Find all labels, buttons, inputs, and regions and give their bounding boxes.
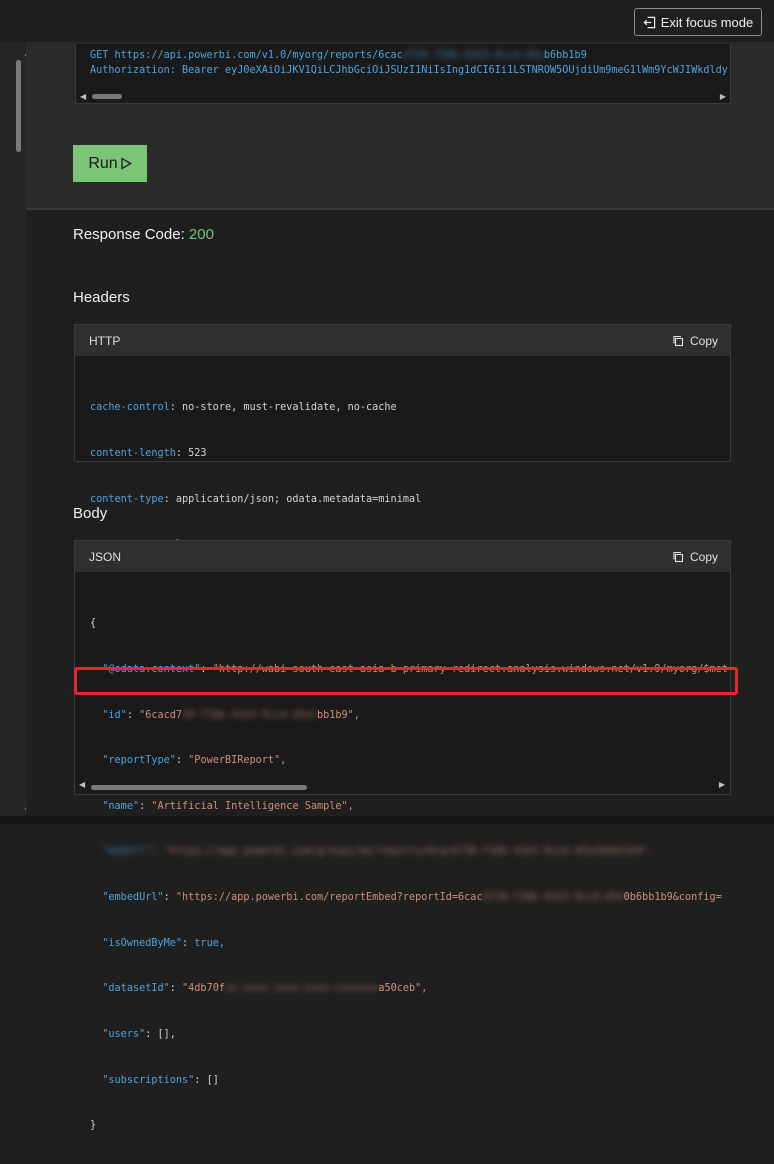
headers-panel: HTTP Copy cache-control: no-store, must-… bbox=[74, 324, 731, 596]
json-key: "users" bbox=[102, 1028, 146, 1040]
headers-panel-header: HTTP Copy bbox=[75, 325, 730, 356]
body-panel-label: JSON bbox=[89, 549, 122, 564]
json-value-redacted: 30-718b-41b3-9ccd-d5e2 bbox=[182, 709, 317, 721]
request-url-suffix: b6bb1b9 bbox=[543, 50, 587, 61]
json-line: "users": [], bbox=[102, 1028, 176, 1040]
header-key: content-length bbox=[90, 448, 176, 460]
bottom-bar bbox=[0, 816, 774, 824]
headers-title: Headers bbox=[73, 289, 130, 306]
json-key: "datasetId" bbox=[102, 983, 170, 995]
json-value: a50ceb", bbox=[378, 983, 428, 995]
header-value: no-store, must-revalidate, no-cache bbox=[182, 402, 397, 414]
authorization-line: Authorization: Bearer eyJ0eXAiOiJKV1QiLC… bbox=[90, 65, 728, 76]
body-copy-label: Copy bbox=[689, 549, 718, 564]
body-json-code: { "@odata.context": "http://wabi-south-e… bbox=[75, 572, 730, 1164]
json-line: "reportType": "PowerBIReport", bbox=[102, 755, 287, 767]
scroll-right-arrow-icon[interactable]: ▶ bbox=[719, 780, 725, 789]
header-value: 523 bbox=[188, 448, 207, 460]
json-key: "subscriptions" bbox=[102, 1074, 195, 1086]
request-url-prefix: GET https://api.powerbi.com/v1.0/myorg/r… bbox=[90, 50, 403, 61]
header-line: cache-control: no-store, must-revalidate… bbox=[90, 402, 397, 414]
json-key: "embedUrl" bbox=[102, 892, 164, 904]
headers-copy-label: Copy bbox=[689, 333, 718, 348]
header-value: application/json; odata.metadata=minimal bbox=[175, 493, 422, 505]
body-copy-button[interactable]: Copy bbox=[672, 550, 718, 564]
header-key: cache-control bbox=[90, 402, 170, 414]
run-label: Run bbox=[88, 154, 118, 172]
json-value: true, bbox=[194, 937, 225, 949]
json-close-brace: } bbox=[90, 1120, 97, 1132]
scroll-right-arrow-icon[interactable]: ▶ bbox=[720, 89, 726, 104]
json-key: "webUrl" bbox=[102, 846, 152, 858]
run-button[interactable]: Run bbox=[73, 145, 147, 182]
json-line: "id": "6cacd730-718b-41b3-9ccd-d5e2bb1b9… bbox=[102, 709, 360, 721]
json-line: "datasetId": "4db70fxx-xxxx-xxxx-xxxx-xx… bbox=[102, 983, 428, 995]
scroll-left-arrow-icon[interactable]: ◀ bbox=[79, 780, 85, 789]
json-key: "reportType" bbox=[102, 755, 176, 767]
header-line: content-length: 523 bbox=[90, 448, 207, 460]
top-bar: Exit focus mode bbox=[0, 0, 774, 42]
body-horizontal-scrollbar[interactable]: ◀ ▶ bbox=[77, 780, 727, 792]
request-line: GET https://api.powerbi.com/v1.0/myorg/r… bbox=[90, 48, 587, 63]
header-line: content-type: application/json; odata.me… bbox=[90, 493, 422, 505]
json-value: "https://app.powerbi.com/groups/me/repor… bbox=[163, 846, 655, 858]
json-value: [], bbox=[157, 1028, 176, 1040]
body-panel-header: JSON Copy bbox=[75, 541, 730, 572]
request-code-block: GET https://api.powerbi.com/v1.0/myorg/r… bbox=[75, 44, 731, 104]
json-line: "name": "Artificial Intelligence Sample"… bbox=[102, 800, 354, 812]
json-value: "https://app.powerbi.com/reportEmbed?rep… bbox=[175, 892, 483, 904]
json-line: "isOwnedByMe": true, bbox=[102, 937, 225, 949]
embed-url-highlight-box bbox=[74, 667, 738, 695]
json-open-brace: { bbox=[90, 618, 97, 630]
request-url-redacted: d730-718b-41b3-9ccd-d5e bbox=[402, 50, 544, 61]
response-code-value: 200 bbox=[188, 226, 214, 243]
json-value: 0b6bb1b9&config= bbox=[623, 892, 722, 904]
json-value: "Artificial Intelligence Sample", bbox=[151, 800, 354, 812]
vertical-scrollbar[interactable]: ▲ ▼ bbox=[12, 48, 31, 818]
json-value: "6cacd7 bbox=[139, 709, 183, 721]
scroll-left-arrow-icon[interactable]: ◀ bbox=[80, 89, 86, 104]
json-value: "4db70f bbox=[182, 983, 225, 995]
json-key: "id" bbox=[102, 709, 127, 721]
json-key: "isOwnedByMe" bbox=[102, 937, 183, 949]
json-value: [] bbox=[206, 1074, 219, 1086]
body-title: Body bbox=[73, 505, 108, 522]
json-value: bb1b9", bbox=[316, 709, 360, 721]
json-key: "name" bbox=[102, 800, 140, 812]
exit-focus-mode-label: Exit focus mode bbox=[660, 14, 754, 30]
copy-icon bbox=[673, 551, 684, 562]
vertical-scrollbar-thumb[interactable] bbox=[16, 60, 21, 152]
json-line-embed-url: "embedUrl": "https://app.powerbi.com/rep… bbox=[102, 892, 722, 904]
json-line: "webUrl": "https://app.powerbi.com/group… bbox=[102, 846, 655, 858]
copy-icon bbox=[673, 335, 684, 346]
json-value: "PowerBIReport", bbox=[188, 755, 287, 767]
headers-copy-button[interactable]: Copy bbox=[672, 334, 718, 348]
exit-focus-mode-button[interactable]: Exit focus mode bbox=[634, 8, 762, 36]
response-code-label: Response Code: bbox=[73, 226, 185, 243]
request-scrollbar-thumb[interactable] bbox=[92, 94, 122, 99]
json-value-redacted: xx-xxxx-xxxx-xxxx-xxxxxxx bbox=[224, 983, 379, 995]
json-value-redacted: d730-718b-41b3-9ccd-d5e bbox=[482, 892, 624, 904]
body-scrollbar-thumb[interactable] bbox=[91, 785, 307, 790]
header-key: content-type bbox=[90, 493, 164, 505]
play-icon bbox=[121, 157, 132, 170]
exit-focus-icon bbox=[643, 16, 655, 28]
response-code: Response Code: 200 bbox=[73, 226, 214, 243]
request-horizontal-scrollbar[interactable]: ◀ ▶ bbox=[78, 91, 728, 101]
headers-panel-label: HTTP bbox=[89, 333, 121, 348]
json-line: "subscriptions": [] bbox=[102, 1074, 219, 1086]
